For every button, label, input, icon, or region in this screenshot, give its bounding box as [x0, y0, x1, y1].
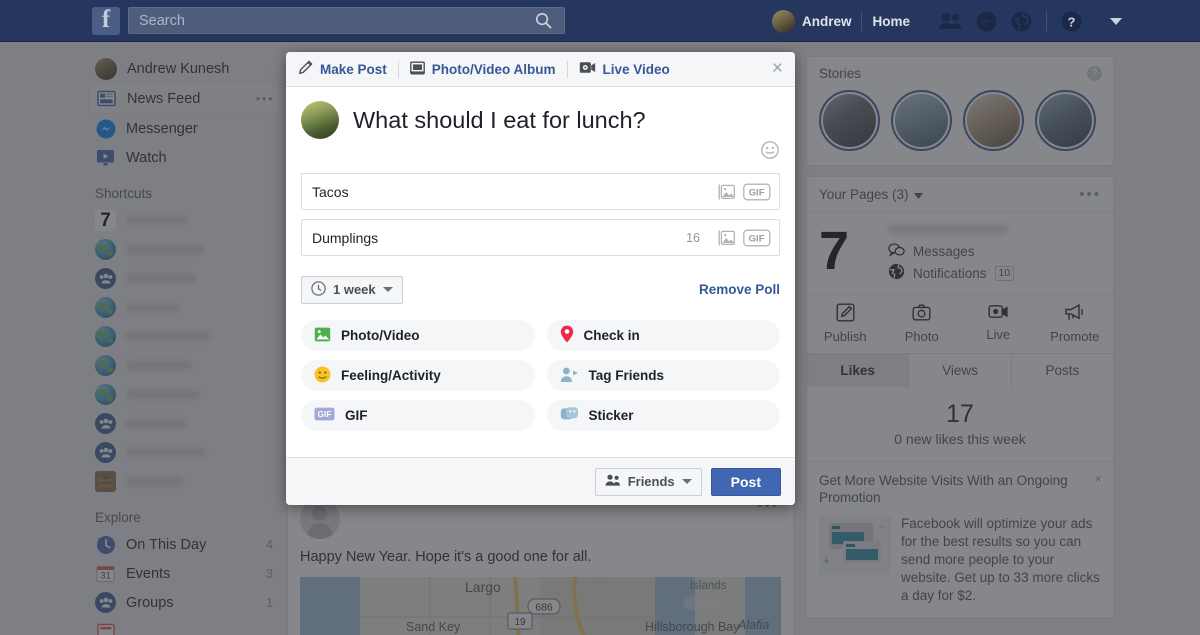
- top-navigation-bar: f Andrew Home ?: [0, 0, 1200, 42]
- feeling-smiley-icon: [314, 366, 331, 386]
- divider: [1046, 11, 1047, 31]
- create-post-modal: Make Post Photo/Video Album Live Video ×…: [286, 52, 795, 505]
- attach-label: Check in: [583, 328, 640, 343]
- tab-photo-video-album[interactable]: Photo/Video Album: [409, 61, 556, 78]
- account-caret-icon[interactable]: [1110, 17, 1122, 25]
- tab-live-video[interactable]: Live Video: [579, 61, 670, 77]
- avatar: [771, 9, 795, 33]
- poll-duration-label: 1 week: [333, 282, 376, 297]
- attach-label: GIF: [345, 408, 368, 423]
- messenger-icon[interactable]: [976, 11, 997, 32]
- tab-label: Photo/Video Album: [431, 61, 556, 77]
- attach-tag-friends-button[interactable]: Tag Friends: [546, 360, 780, 391]
- svg-text:?: ?: [1068, 14, 1076, 29]
- photo-album-icon: [409, 61, 425, 78]
- attachment-options-grid: Photo/Video Check in Feeling/Activity Ta…: [286, 309, 795, 431]
- tag-friends-icon: [560, 366, 579, 386]
- composer-text[interactable]: What should I eat for lunch?: [353, 101, 646, 139]
- nav-home-link[interactable]: Home: [862, 14, 920, 29]
- tab-make-post[interactable]: Make Post: [298, 60, 387, 78]
- svg-text:GIF: GIF: [318, 409, 332, 419]
- modal-tab-bar: Make Post Photo/Video Album Live Video ×: [286, 52, 795, 87]
- attach-label: Photo/Video: [341, 328, 420, 343]
- poll-settings-row: 1 week Remove Poll: [286, 265, 795, 309]
- location-pin-icon: [560, 325, 574, 346]
- gif-icon[interactable]: GIF: [743, 229, 771, 247]
- chevron-down-icon: [681, 479, 692, 484]
- chevron-down-icon: [382, 287, 393, 292]
- tab-label: Live Video: [602, 61, 670, 77]
- nav-home-label: Home: [872, 13, 910, 29]
- top-nav-right-group: Andrew Home ?: [762, 0, 1122, 42]
- modal-body: What should I eat for lunch? GIF 16: [286, 87, 795, 457]
- attach-photo-video-button[interactable]: Photo/Video: [301, 320, 535, 351]
- attach-label: Feeling/Activity: [341, 368, 441, 383]
- divider: [397, 60, 399, 78]
- privacy-selector[interactable]: Friends: [594, 467, 702, 496]
- attach-check-in-button[interactable]: Check in: [546, 320, 780, 351]
- image-icon[interactable]: [716, 229, 736, 247]
- close-icon[interactable]: ×: [772, 59, 783, 78]
- svg-text:GIF: GIF: [749, 187, 765, 198]
- divider: [566, 60, 568, 78]
- friends-icon: [605, 474, 621, 489]
- post-composer[interactable]: What should I eat for lunch?: [286, 87, 795, 139]
- nav-profile-link[interactable]: Andrew: [762, 9, 862, 33]
- gif-icon[interactable]: GIF: [743, 183, 771, 201]
- sticker-icon: [560, 406, 579, 425]
- attach-feeling-activity-button[interactable]: Feeling/Activity: [301, 360, 535, 391]
- poll-option-row[interactable]: GIF: [301, 173, 780, 210]
- photo-video-icon: [314, 326, 331, 346]
- tab-label: Make Post: [320, 61, 387, 77]
- poll-option-input[interactable]: [312, 229, 687, 246]
- composer-toolbar: [286, 139, 795, 173]
- attach-label: Tag Friends: [588, 368, 665, 383]
- search-input[interactable]: [129, 12, 522, 29]
- poll-char-count: 16: [686, 230, 700, 245]
- svg-text:GIF: GIF: [749, 233, 765, 244]
- modal-footer: Friends Post: [286, 457, 795, 505]
- avatar: [301, 101, 339, 139]
- pencil-icon: [298, 60, 313, 78]
- nav-icon-group: ?: [938, 11, 1122, 32]
- attach-gif-button[interactable]: GIF GIF: [301, 400, 535, 431]
- globe-notifications-icon[interactable]: [1011, 11, 1032, 32]
- attach-sticker-button[interactable]: Sticker: [546, 400, 780, 431]
- friend-requests-icon[interactable]: [938, 12, 962, 30]
- search-bar[interactable]: [128, 7, 565, 34]
- nav-user-name: Andrew: [801, 13, 852, 29]
- attach-label: Sticker: [588, 408, 634, 423]
- live-video-icon: [579, 61, 596, 77]
- gif-icon: GIF: [314, 407, 335, 424]
- poll-duration-dropdown[interactable]: 1 week: [301, 275, 403, 304]
- help-icon[interactable]: ?: [1061, 11, 1082, 32]
- search-button[interactable]: [522, 8, 564, 33]
- privacy-label: Friends: [627, 474, 675, 489]
- image-icon[interactable]: [716, 183, 736, 201]
- smiley-icon[interactable]: [761, 141, 779, 164]
- clock-icon: [311, 280, 326, 299]
- poll-option-input[interactable]: [312, 183, 700, 200]
- remove-poll-button[interactable]: Remove Poll: [699, 282, 780, 297]
- facebook-logo-icon[interactable]: f: [92, 6, 120, 35]
- poll-option-row[interactable]: 16 GIF: [301, 219, 780, 256]
- post-button[interactable]: Post: [710, 467, 781, 496]
